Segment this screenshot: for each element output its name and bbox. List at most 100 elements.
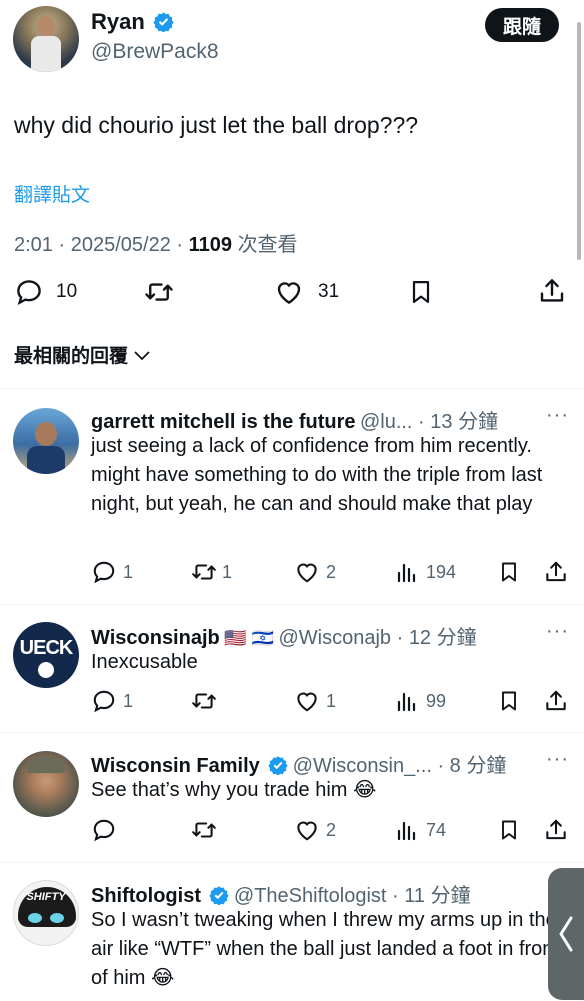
chevron-left-icon bbox=[559, 916, 573, 952]
analytics-icon bbox=[397, 821, 416, 841]
heart-icon bbox=[297, 821, 317, 841]
bookmark-icon bbox=[502, 562, 516, 582]
views-label: 次查看 bbox=[237, 234, 298, 256]
post-time[interactable]: 2:01 bbox=[14, 234, 53, 256]
views-count: 1109 bbox=[188, 234, 232, 256]
more-options-icon[interactable]: ··· bbox=[546, 748, 569, 771]
like-action[interactable]: 1 bbox=[294, 688, 336, 714]
avatar-text: UECK bbox=[19, 637, 74, 659]
reply-text: See that’s why you trade him 😂 bbox=[91, 779, 377, 801]
reply-author-name[interactable]: Wisconsinajb bbox=[91, 627, 220, 649]
analytics-icon bbox=[397, 692, 416, 712]
views-count: 99 bbox=[426, 690, 447, 711]
views-action[interactable]: 74 bbox=[396, 817, 446, 843]
reply-count: 1 bbox=[123, 561, 134, 582]
share-action[interactable] bbox=[543, 817, 569, 848]
reply-avatar[interactable] bbox=[13, 408, 79, 474]
bookmark-action[interactable] bbox=[497, 817, 521, 848]
share-action[interactable] bbox=[543, 559, 569, 590]
repost-action[interactable] bbox=[190, 688, 218, 714]
repost-icon bbox=[192, 564, 216, 580]
bookmark-icon bbox=[502, 820, 516, 840]
like-action[interactable]: 31 bbox=[274, 277, 339, 307]
bookmark-action[interactable] bbox=[407, 277, 435, 312]
more-options-icon[interactable]: ··· bbox=[546, 620, 569, 643]
verified-badge-icon bbox=[268, 756, 288, 775]
author-avatar[interactable] bbox=[13, 6, 79, 72]
reply-icon bbox=[93, 690, 115, 713]
share-icon bbox=[546, 690, 566, 711]
verified-badge-icon bbox=[209, 886, 230, 905]
reply-author-handle[interactable]: @Wisconsin_... bbox=[293, 755, 432, 777]
avatar-text: SHIFTY bbox=[26, 891, 66, 903]
reply-author-handle[interactable]: @TheShiftologist bbox=[234, 885, 387, 907]
side-panel-handle[interactable] bbox=[548, 868, 584, 1000]
share-action[interactable] bbox=[537, 276, 567, 311]
reply-time[interactable]: 13 分鐘 bbox=[430, 411, 498, 433]
repost-icon bbox=[145, 283, 173, 301]
like-count: 2 bbox=[326, 561, 337, 582]
share-icon bbox=[546, 819, 566, 840]
like-action[interactable]: 2 bbox=[294, 559, 336, 585]
reply-author-name[interactable]: garrett mitchell is the future bbox=[91, 411, 356, 433]
like-count: 1 bbox=[326, 690, 337, 711]
like-action[interactable]: 2 bbox=[294, 817, 336, 843]
reply-action[interactable]: 1 bbox=[91, 688, 133, 714]
translate-post-link[interactable]: 翻譯貼文 bbox=[14, 180, 90, 207]
reply-text: So I wasn’t tweaking when I threw my arm… bbox=[91, 909, 559, 989]
repost-count: 1 bbox=[222, 561, 233, 582]
post-date[interactable]: 2025/05/22 bbox=[71, 234, 171, 256]
views-action[interactable]: 99 bbox=[396, 688, 446, 714]
bookmark-icon bbox=[412, 280, 430, 304]
reply-text: just seeing a lack of confidence from hi… bbox=[91, 435, 543, 515]
reply-header: garrett mitchell is the future @lu... · … bbox=[91, 411, 499, 433]
repost-icon bbox=[192, 822, 216, 838]
share-icon bbox=[546, 561, 566, 582]
reply-item[interactable]: UECK Wisconsinajb 🇺🇸 🇮🇱 @Wisconajb · 12 … bbox=[0, 604, 584, 733]
reply-avatar[interactable] bbox=[13, 751, 79, 817]
more-options-icon[interactable]: ··· bbox=[546, 404, 569, 427]
reply-item[interactable]: Wisconsin Family @Wisconsin_... · 8 分鐘 ·… bbox=[0, 732, 584, 863]
reply-avatar[interactable]: SHIFTY bbox=[13, 880, 79, 946]
reply-author-name[interactable]: Shiftologist bbox=[91, 885, 201, 907]
repost-icon bbox=[192, 693, 216, 709]
repost-action[interactable]: 1 bbox=[190, 559, 232, 585]
reply-time[interactable]: 8 分鐘 bbox=[450, 755, 507, 777]
views-count: 74 bbox=[426, 819, 447, 840]
reply-sort-dropdown[interactable]: 最相關的回覆 bbox=[14, 341, 151, 368]
views-action[interactable]: 194 bbox=[396, 559, 456, 585]
bookmark-action[interactable] bbox=[497, 559, 521, 590]
repost-action[interactable] bbox=[190, 817, 218, 843]
author-name[interactable]: Ryan bbox=[91, 9, 145, 34]
heart-icon bbox=[297, 563, 317, 583]
reply-count: 10 bbox=[56, 281, 78, 302]
chevron-down-icon bbox=[134, 351, 150, 361]
reply-author-name[interactable]: Wisconsin Family bbox=[91, 755, 260, 777]
analytics-icon bbox=[397, 563, 416, 583]
reply-icon bbox=[93, 819, 115, 842]
follow-button[interactable]: 跟隨 bbox=[485, 8, 559, 42]
reply-count: 1 bbox=[123, 690, 134, 711]
reply-author-handle[interactable]: @Wisconajb bbox=[278, 627, 391, 649]
bookmark-icon bbox=[502, 691, 516, 711]
repost-action[interactable] bbox=[143, 277, 175, 307]
reply-header: Wisconsin Family @Wisconsin_... · 8 分鐘 bbox=[91, 755, 507, 777]
heart-icon bbox=[297, 692, 317, 712]
reply-action[interactable] bbox=[91, 817, 117, 843]
reply-item[interactable]: garrett mitchell is the future @lu... · … bbox=[0, 388, 584, 605]
verified-badge-icon bbox=[153, 12, 174, 32]
share-action[interactable] bbox=[543, 688, 569, 719]
bookmark-action[interactable] bbox=[497, 688, 521, 719]
reply-author-handle[interactable]: @lu... bbox=[360, 411, 413, 433]
scrollbar-thumb[interactable] bbox=[577, 22, 581, 260]
reply-time[interactable]: 11 分鐘 bbox=[404, 885, 470, 907]
flag-emojis: 🇺🇸 🇮🇱 bbox=[224, 628, 275, 648]
reply-avatar[interactable]: UECK bbox=[13, 622, 79, 688]
author-handle[interactable]: @BrewPack8 bbox=[91, 40, 219, 64]
reply-action[interactable]: 10 bbox=[14, 277, 77, 307]
reply-time[interactable]: 12 分鐘 bbox=[409, 627, 477, 649]
views-count: 194 bbox=[426, 561, 457, 582]
post-meta: 2:01 · 2025/05/22 · 1109 次查看 bbox=[14, 234, 298, 256]
reply-action[interactable]: 1 bbox=[91, 559, 133, 585]
reply-item[interactable]: SHIFTY Shiftologist @TheShiftologist · 1… bbox=[0, 862, 584, 1001]
